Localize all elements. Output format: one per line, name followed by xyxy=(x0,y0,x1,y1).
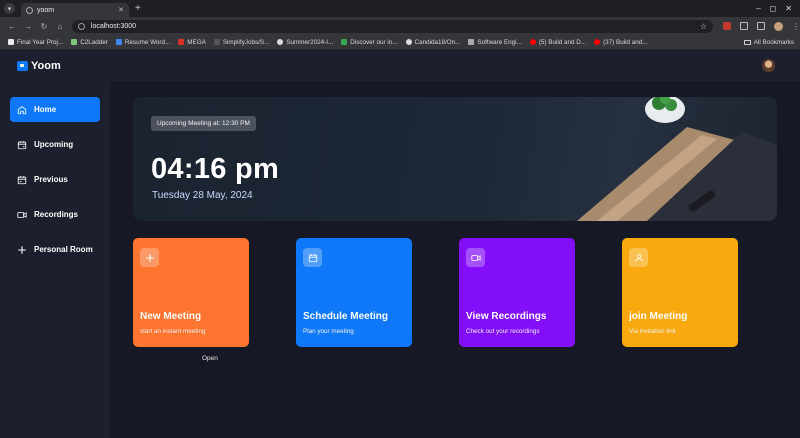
media-icon[interactable] xyxy=(757,22,765,30)
address-bar[interactable]: localhost:3000 ☆ xyxy=(71,19,713,33)
sidebar-item-previous[interactable]: Previous xyxy=(10,167,100,192)
browser-tab-bar: ▾ yoom ✕ + – ◻ ✕ xyxy=(0,0,800,17)
bookmark-item[interactable]: C2Ladder xyxy=(71,39,108,46)
user-plus-icon xyxy=(629,248,648,267)
site-info-icon[interactable] xyxy=(77,22,85,30)
sidebar-item-label: Recordings xyxy=(34,210,79,219)
window-controls: – ◻ ✕ xyxy=(756,4,792,13)
extensions-area: ⋮ xyxy=(723,21,800,31)
view-recordings-card[interactable]: View Recordings Check out your recording… xyxy=(459,238,575,347)
bookmark-item[interactable]: Final Year Proj... xyxy=(8,39,63,46)
bookmark-item[interactable]: Discover our in... xyxy=(341,39,398,46)
current-date: Tuesday 28 May, 2024 xyxy=(152,190,253,201)
minimize-icon[interactable]: – xyxy=(756,4,760,13)
open-label: Open xyxy=(202,355,218,362)
all-bookmarks[interactable]: All Bookmarks xyxy=(743,39,794,46)
bookmark-item[interactable]: (37) Build and... xyxy=(594,39,648,46)
join-meeting-card[interactable]: join Meeting Via invitation link xyxy=(622,238,738,347)
calendar-upcoming-icon xyxy=(17,140,27,150)
video-icon xyxy=(17,210,27,220)
video-icon xyxy=(466,248,485,267)
schedule-meeting-card[interactable]: Schedule Meeting Plan your meeting xyxy=(296,238,412,347)
bookmark-item[interactable]: MEGA xyxy=(178,39,206,46)
current-time: 04:16 pm xyxy=(151,153,280,185)
action-cards: New Meeting start an instant meeting Sch… xyxy=(133,238,777,348)
sidebar-item-home[interactable]: Home xyxy=(10,97,100,122)
new-tab-icon[interactable]: + xyxy=(135,3,141,14)
extension-icon[interactable] xyxy=(723,22,731,30)
profile-avatar-icon[interactable] xyxy=(774,21,783,31)
card-subtitle: Check out your recordings xyxy=(466,328,540,335)
sidebar-item-label: Upcoming xyxy=(34,140,74,149)
card-title: New Meeting xyxy=(140,311,202,322)
calendar-previous-icon xyxy=(17,175,27,185)
card-title: Schedule Meeting xyxy=(303,311,389,322)
logo-icon xyxy=(17,61,28,71)
sidebar-item-label: Previous xyxy=(34,175,68,184)
yoom-app: Yoom Home Upcoming Previous Recordings P… xyxy=(0,51,800,438)
sidebar-item-personal-room[interactable]: Personal Room xyxy=(10,237,100,262)
sidebar-item-recordings[interactable]: Recordings xyxy=(10,202,100,227)
tab-title: yoom xyxy=(37,6,55,14)
forward-icon[interactable]: → xyxy=(24,22,32,31)
bookmark-item[interactable]: Summer2024-I... xyxy=(277,39,333,46)
home-browser-icon[interactable]: ⌂ xyxy=(56,22,64,31)
bookmark-item[interactable]: SimplifyJobs/S... xyxy=(213,39,269,46)
hero-banner: Upcoming Meeting at: 12:30 PM 04:16 pm T… xyxy=(133,97,777,221)
card-title: join Meeting xyxy=(629,311,688,322)
bookmark-item[interactable]: Resume Word... xyxy=(115,39,170,46)
card-title: View Recordings xyxy=(466,311,547,322)
plus-icon xyxy=(140,248,159,267)
logo-text: Yoom xyxy=(31,60,61,72)
sidebar-item-label: Personal Room xyxy=(34,245,93,254)
bookmark-star-icon[interactable]: ☆ xyxy=(700,22,707,31)
extensions-puzzle-icon[interactable] xyxy=(740,22,748,30)
tab-search-icon[interactable]: ▾ xyxy=(4,3,15,14)
sidebar: Home Upcoming Previous Recordings Person… xyxy=(0,81,110,438)
plus-icon xyxy=(17,245,27,255)
reload-icon[interactable]: ↻ xyxy=(40,22,48,31)
sidebar-item-upcoming[interactable]: Upcoming xyxy=(10,132,100,157)
hero-background-image xyxy=(577,97,777,221)
sidebar-item-label: Home xyxy=(34,105,57,114)
bookmark-item[interactable]: Software Engi... xyxy=(468,39,522,46)
logo[interactable]: Yoom xyxy=(17,60,61,72)
user-avatar[interactable] xyxy=(762,59,775,72)
browser-tab[interactable]: yoom ✕ xyxy=(21,3,129,17)
folder-icon xyxy=(743,39,751,45)
upcoming-meeting-badge: Upcoming Meeting at: 12:30 PM xyxy=(151,116,256,131)
tab-favicon-icon xyxy=(26,6,33,14)
main-content: Upcoming Meeting at: 12:30 PM 04:16 pm T… xyxy=(110,81,800,438)
home-icon xyxy=(17,105,27,115)
top-navbar: Yoom xyxy=(0,51,800,81)
bookmark-item[interactable]: (5) Build and D... xyxy=(529,39,586,46)
tab-close-icon[interactable]: ✕ xyxy=(118,6,124,14)
bookmarks-bar: Final Year Proj... C2Ladder Resume Word.… xyxy=(0,35,800,50)
url-text: localhost:3000 xyxy=(90,22,137,30)
window-close-icon[interactable]: ✕ xyxy=(785,4,792,13)
card-subtitle: Via invitation link xyxy=(629,328,676,335)
card-subtitle: Plan your meeting xyxy=(303,328,354,335)
browser-toolbar: ← → ↻ ⌂ localhost:3000 ☆ ⋮ xyxy=(0,17,800,35)
maximize-icon[interactable]: ◻ xyxy=(770,4,777,13)
browser-menu-icon[interactable]: ⋮ xyxy=(792,22,800,31)
new-meeting-card[interactable]: New Meeting start an instant meeting xyxy=(133,238,249,347)
back-icon[interactable]: ← xyxy=(8,22,16,31)
card-subtitle: start an instant meeting xyxy=(140,328,206,335)
bookmark-item[interactable]: Candida18/On... xyxy=(405,39,460,46)
calendar-icon xyxy=(303,248,322,267)
